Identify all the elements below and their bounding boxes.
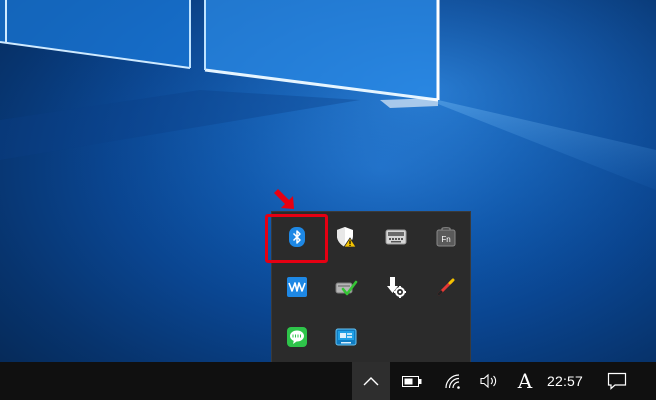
pen-icon[interactable] — [426, 267, 466, 307]
wifi-icon — [445, 374, 460, 389]
network-monitor-icon[interactable] — [326, 317, 366, 357]
action-center-button[interactable] — [598, 362, 636, 400]
show-hidden-icons-button[interactable] — [352, 362, 390, 400]
fn-label: Fn — [441, 235, 450, 244]
chevron-up-icon — [363, 377, 379, 386]
device-check-icon[interactable] — [326, 267, 366, 307]
battery-icon — [402, 375, 422, 387]
fn-lock-icon[interactable]: Fn — [426, 217, 466, 257]
security-warning-icon[interactable] — [326, 217, 366, 257]
mouse-settings-icon[interactable] — [376, 267, 416, 307]
volume-button[interactable] — [475, 362, 503, 400]
keyboard-icon[interactable] — [376, 217, 416, 257]
notification-icon — [607, 372, 627, 390]
ime-indicator[interactable]: A — [512, 362, 538, 400]
line-chat-icon[interactable] — [277, 317, 317, 357]
wifi-button[interactable] — [439, 362, 467, 400]
taskbar: A 22:57 — [0, 362, 656, 400]
clock[interactable]: 22:57 — [541, 362, 589, 400]
bluetooth-highlight-box — [265, 214, 328, 263]
audio-waves-icon[interactable] — [277, 267, 317, 307]
speaker-icon — [480, 373, 497, 389]
battery-button[interactable] — [398, 362, 426, 400]
pointer-arrow-icon — [274, 189, 294, 209]
